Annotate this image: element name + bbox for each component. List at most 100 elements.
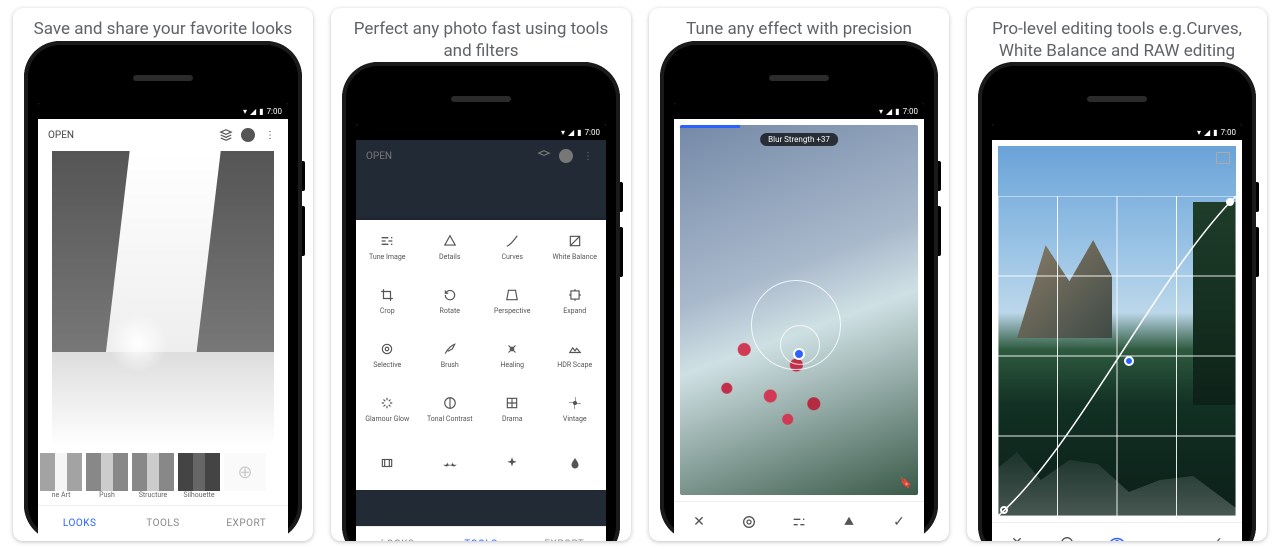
status-bar: ▾ ◢ ▮ 7:00	[356, 124, 606, 140]
selective-icon	[379, 341, 395, 357]
look-thumb[interactable]: ne Art	[40, 453, 82, 499]
overflow-menu-icon[interactable]: ⋮	[262, 127, 278, 143]
cancel-button[interactable]: ✕	[687, 510, 711, 534]
tool-expand[interactable]: Expand	[544, 274, 607, 328]
tab-tools[interactable]: TOOLS	[121, 518, 204, 529]
tool-label: Brush	[441, 361, 459, 369]
tool-tune-image[interactable]: Tune Image	[356, 220, 419, 274]
slide-1: Save and share your favorite looks ▾ ◢ ▮…	[13, 8, 313, 541]
drama-icon	[504, 395, 520, 411]
look-thumb[interactable]: Silhouette	[178, 453, 220, 499]
sparkle-icon	[504, 455, 520, 471]
tool-extra[interactable]	[481, 436, 544, 490]
eye-icon[interactable]	[1105, 531, 1129, 542]
progress-indicator	[680, 125, 740, 128]
slide-1-caption: Save and share your favorite looks	[16, 8, 311, 41]
tool-white-balance[interactable]: White Balance	[544, 220, 607, 274]
overflow-menu-icon[interactable]: ⋮	[580, 148, 596, 164]
tool-extra[interactable]	[356, 436, 419, 490]
tool-extra[interactable]	[544, 436, 607, 490]
tool-perspective[interactable]: Perspective	[481, 274, 544, 328]
channel-icon[interactable]	[1055, 531, 1079, 542]
tune-icon[interactable]	[787, 510, 811, 534]
tool-curves[interactable]: Curves	[481, 220, 544, 274]
phone-side-button	[1256, 227, 1259, 277]
tool-rotate[interactable]: Rotate	[419, 274, 482, 328]
compare-icon[interactable]	[1216, 152, 1230, 164]
phone-side-button	[302, 206, 305, 256]
edit-canvas[interactable]: Blur Strength +37 🔖	[680, 125, 918, 495]
tool-selective[interactable]: Selective	[356, 328, 419, 382]
add-look-button[interactable]: ⊕	[224, 453, 266, 491]
apply-button[interactable]: ✓	[887, 510, 911, 534]
bottom-tabs: LOOKS TOOLS EXPORT	[38, 505, 288, 541]
mustache-icon	[442, 455, 458, 471]
bookmark-icon[interactable]: 🔖	[900, 478, 912, 489]
crop-icon	[379, 287, 395, 303]
target-icon[interactable]	[737, 510, 761, 534]
tab-looks[interactable]: LOOKS	[356, 539, 439, 541]
cancel-button[interactable]: ✕	[1005, 531, 1029, 542]
tune-icon	[379, 233, 395, 249]
battery-icon: ▮	[577, 128, 581, 137]
main-photo[interactable]	[52, 151, 274, 447]
layers-icon[interactable]	[536, 148, 552, 164]
look-thumb[interactable]: Structure	[132, 453, 174, 499]
open-button[interactable]: OPEN	[366, 151, 392, 162]
tab-export[interactable]: EXPORT	[523, 539, 606, 541]
vintage-icon	[567, 395, 583, 411]
eraser-icon[interactable]	[1155, 531, 1179, 542]
battery-icon: ▮	[259, 107, 263, 116]
tab-looks[interactable]: LOOKS	[38, 518, 121, 529]
tool-label: Tune Image	[369, 253, 406, 261]
tool-brush[interactable]: Brush	[419, 328, 482, 382]
wifi-icon: ▾	[561, 128, 565, 137]
curve-endpoint-black[interactable]	[1000, 506, 1008, 514]
layers-icon[interactable]	[218, 127, 234, 143]
screen-4: ▾ ◢ ▮ 7:00	[992, 124, 1242, 541]
phone-speaker	[451, 96, 511, 102]
curves-canvas[interactable]	[998, 146, 1236, 516]
screen-1: ▾ ◢ ▮ 7:00 OPEN ⋮	[38, 103, 288, 541]
tool-crop[interactable]: Crop	[356, 274, 419, 328]
invert-icon[interactable]	[837, 510, 861, 534]
info-icon[interactable]	[558, 148, 574, 164]
curve-endpoint-white[interactable]	[1226, 198, 1234, 206]
slide-2: Perfect any photo fast using tools and f…	[331, 8, 631, 541]
tool-label: Healing	[500, 361, 524, 369]
phone-side-button	[1256, 182, 1259, 212]
info-icon[interactable]	[240, 127, 256, 143]
edit-toolbar: ✕ ✓	[992, 522, 1242, 541]
signal-icon: ◢	[886, 107, 892, 116]
tab-tools[interactable]: TOOLS	[439, 539, 522, 541]
edit-toolbar: ✕ ✓	[674, 501, 924, 541]
curve-control-point[interactable]	[1124, 356, 1134, 366]
tool-healing[interactable]: Healing	[481, 328, 544, 382]
control-point[interactable]	[793, 348, 805, 360]
screen-3: ▾ ◢ ▮ 7:00 Blur Strength +37 🔖 ✕	[674, 103, 924, 541]
perspective-icon	[504, 287, 520, 303]
tool-label: Tonal Contrast	[427, 415, 473, 423]
screen-2: ▾ ◢ ▮ 7:00 OPEN ⋮	[356, 124, 606, 541]
tool-vintage[interactable]: Vintage	[544, 382, 607, 436]
phone-speaker	[769, 75, 829, 81]
look-thumb[interactable]: Push	[86, 453, 128, 499]
tool-extra[interactable]	[419, 436, 482, 490]
tool-details[interactable]: Details	[419, 220, 482, 274]
apply-button[interactable]: ✓	[1205, 531, 1229, 542]
tool-drama[interactable]: Drama	[481, 382, 544, 436]
hdr-scape-icon	[567, 341, 583, 357]
open-button[interactable]: OPEN	[48, 130, 74, 141]
tool-tonal-contrast[interactable]: Tonal Contrast	[419, 382, 482, 436]
status-bar: ▾ ◢ ▮ 7:00	[674, 103, 924, 119]
tool-hdr-scape[interactable]: HDR Scape	[544, 328, 607, 382]
phone-frame-3: ▾ ◢ ▮ 7:00 Blur Strength +37 🔖 ✕	[660, 41, 938, 541]
expand-icon	[567, 287, 583, 303]
tool-glamour-glow[interactable]: Glamour Glow	[356, 382, 419, 436]
slide-4-caption: Pro-level editing tools e.g.Curves, Whit…	[967, 8, 1267, 62]
phone-frame-4: ▾ ◢ ▮ 7:00	[978, 62, 1256, 541]
tab-export[interactable]: EXPORT	[205, 518, 288, 529]
tool-label: Vintage	[563, 415, 587, 423]
phone-speaker	[133, 75, 193, 81]
slide-2-caption: Perfect any photo fast using tools and f…	[331, 8, 631, 62]
